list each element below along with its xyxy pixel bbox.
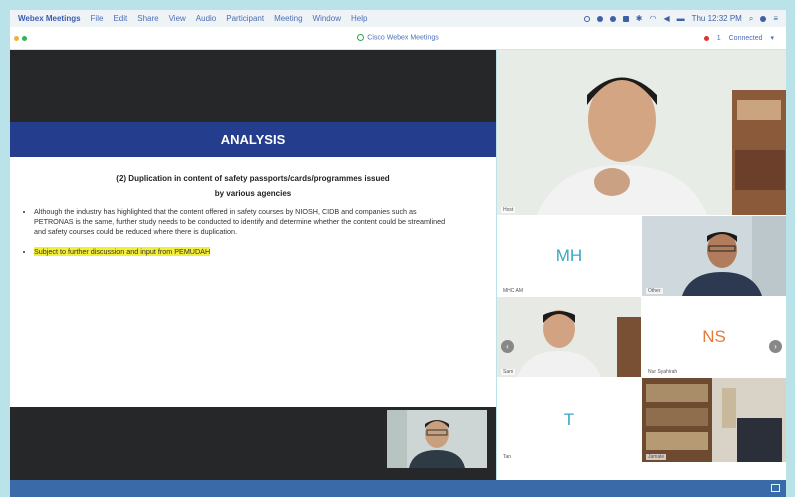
window-title: Cisco Webex Meetings xyxy=(10,34,786,41)
participant-name-label: Nur Syahirah xyxy=(646,369,680,375)
siri-icon[interactable] xyxy=(760,15,767,22)
menu-file[interactable]: File xyxy=(91,14,104,23)
status-count: 1 xyxy=(716,34,721,42)
participant-name-label: Other xyxy=(646,288,663,294)
participant-tile-t[interactable]: T Tan xyxy=(497,378,641,462)
menu-participant[interactable]: Participant xyxy=(226,14,264,23)
participant-tile-selected[interactable]: Sam xyxy=(497,297,641,377)
app-icon[interactable] xyxy=(596,15,603,22)
presentation-slide: ANALYSIS (2) Duplication in content of s… xyxy=(10,122,496,407)
control-center-icon[interactable]: ≡ xyxy=(773,14,778,23)
battery-icon[interactable]: ▬ xyxy=(677,14,685,23)
slide-heading: ANALYSIS xyxy=(10,122,496,157)
self-view-video[interactable] xyxy=(387,410,487,468)
participant-tile-mh[interactable]: MH MHC AM xyxy=(497,216,641,296)
participant-grid: Host MH MHC AM Other Sam ‹ NS Nur Syahir… xyxy=(497,50,786,480)
slide-subtitle-line2: by various agencies xyxy=(214,189,292,199)
menu-edit[interactable]: Edit xyxy=(113,14,127,23)
menu-help[interactable]: Help xyxy=(351,14,367,23)
shared-content-stage: ANALYSIS (2) Duplication in content of s… xyxy=(10,50,496,480)
clock[interactable]: Thu 12:32 PM xyxy=(692,14,742,23)
participant-person-image xyxy=(497,297,641,377)
speaker-person-image xyxy=(497,50,786,215)
participant-name-label: Tan xyxy=(501,454,514,460)
slide-bullet: Although the industry has highlighted th… xyxy=(34,207,456,236)
system-menubar: Webex Meetings File Edit Share View Audi… xyxy=(10,10,786,27)
participant-tile-video-2[interactable]: Jamale xyxy=(642,378,786,462)
scroll-right-button[interactable]: › xyxy=(769,340,782,353)
meeting-controls-bar xyxy=(10,480,786,497)
slide-bullet-highlighted: Subject to further discussion and input … xyxy=(34,246,456,257)
menu-share[interactable]: Share xyxy=(137,14,158,23)
menu-window[interactable]: Window xyxy=(313,14,341,23)
participant-name-label: Sam xyxy=(501,369,516,375)
bluetooth-icon[interactable]: ✱ xyxy=(636,14,643,23)
participant-initials: NS xyxy=(702,327,726,346)
webex-logo-icon xyxy=(357,34,365,41)
participant-name-label: MHC AM xyxy=(501,288,525,294)
sync-icon[interactable] xyxy=(609,15,616,22)
menu-audio[interactable]: Audio xyxy=(196,14,216,23)
self-view-person-image xyxy=(387,410,487,468)
participant-tile-ns[interactable]: NS Nur Syahirah xyxy=(642,297,786,377)
webex-status-icon[interactable] xyxy=(583,15,590,22)
recording-indicator-icon xyxy=(703,35,709,41)
wifi-icon[interactable]: ◠ xyxy=(649,14,656,23)
window-title-text: Cisco Webex Meetings xyxy=(367,34,439,42)
highlighted-text: Subject to further discussion and input … xyxy=(34,246,211,256)
slide-subtitle-line1: (2) Duplication in content of safety pas… xyxy=(116,174,390,183)
participant-name-label: Jamale xyxy=(646,454,667,460)
app-menu[interactable]: Webex Meetings xyxy=(18,14,81,23)
menubar-status-area: ✱ ◠ ◀ ▬ Thu 12:32 PM ⌕ ≡ xyxy=(583,10,778,27)
participant-person-image xyxy=(642,216,786,296)
participant-name-label: Host xyxy=(501,207,516,213)
chevron-down-icon[interactable]: ▾ xyxy=(770,34,774,42)
volume-icon[interactable]: ◀ xyxy=(663,14,669,23)
slide-bullets: Although the industry has highlighted th… xyxy=(10,207,496,256)
display-icon[interactable] xyxy=(622,15,629,22)
menu-meeting[interactable]: Meeting xyxy=(274,14,302,23)
connection-area: 1 Connected ▾ xyxy=(703,34,774,42)
window-titlebar: Cisco Webex Meetings 1 Connected ▾ xyxy=(10,27,786,50)
menu-view[interactable]: View xyxy=(169,14,186,23)
participant-initials: T xyxy=(563,410,575,429)
active-speaker-video[interactable]: Host xyxy=(497,50,786,215)
connection-status-dropdown[interactable]: Connected xyxy=(729,35,763,42)
search-icon[interactable]: ⌕ xyxy=(749,14,753,24)
participant-tile-video[interactable]: Other xyxy=(642,216,786,296)
participant-initials: MH xyxy=(555,246,583,265)
slide-subtitle: (2) Duplication in content of safety pas… xyxy=(10,171,496,201)
expand-icon[interactable] xyxy=(771,484,780,492)
bookshelf-background-image xyxy=(642,378,786,462)
scroll-left-button[interactable]: ‹ xyxy=(501,340,514,353)
